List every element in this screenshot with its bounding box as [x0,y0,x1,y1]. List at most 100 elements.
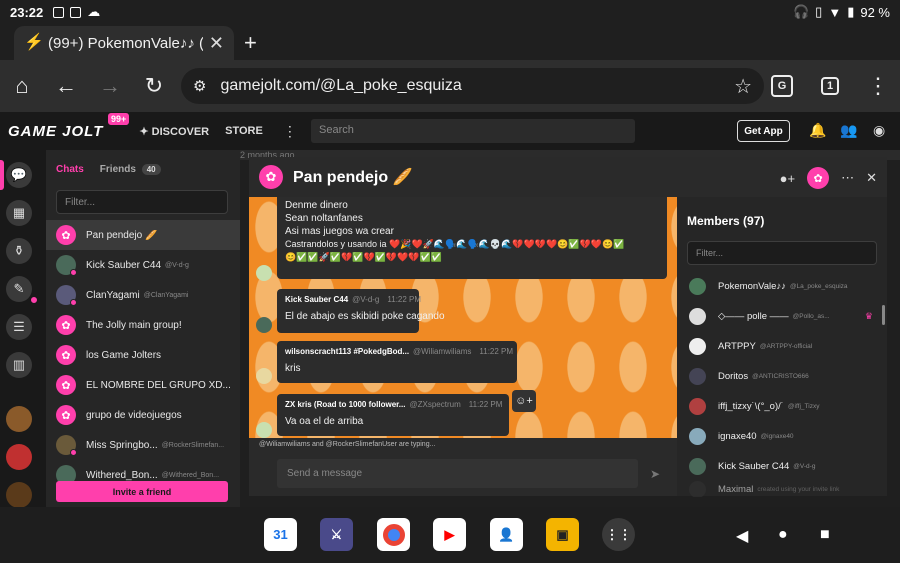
shop-rail-icon[interactable]: ⚱ [6,238,32,264]
store-link[interactable]: STORE [225,125,263,137]
group-avatar: ✿ [259,165,283,189]
contacts-app-icon[interactable]: 👤 [490,518,523,551]
wifi-icon: ▼ [828,4,842,20]
author-avatar[interactable] [256,265,272,281]
add-reaction-icon[interactable]: ☺+ [512,390,536,412]
bell-icon[interactable]: 🔔 [809,122,826,139]
author-avatar[interactable] [256,422,272,438]
quest-rail-icon[interactable]: ✎ [6,276,32,302]
chat-item[interactable]: ClanYagami @ClanYagami [46,280,240,310]
chat-item[interactable]: ✿ grupo de videojuegos [46,400,240,430]
app-drawer-icon[interactable]: ⋮⋮ [602,518,635,551]
chat-item[interactable]: ✿ Pan pendejo 🥖 [46,220,240,250]
notification-badge: 99+ [108,112,130,125]
bookmark-star-icon[interactable]: ☆ [734,74,752,99]
cloud-icon: ☁ [87,4,101,19]
backpack-rail-icon[interactable]: ☰ [6,314,32,340]
message-line: Sean noltanfanes [285,213,363,224]
message[interactable]: Denme dinero Sean noltanfanes Asi mas ju… [277,197,667,279]
translate-button[interactable]: G [760,64,804,108]
member-item[interactable]: ◇—— polle —— @Pollo_as... ♛ [677,301,881,331]
friends-count-badge: 40 [141,164,161,175]
add-member-icon[interactable]: ●+ [780,171,795,186]
address-bar[interactable]: ⚙ gamejolt.com/@La_poke_esquiza ☆ [181,68,764,104]
member-item[interactable]: Kick Sauber C44 @V-d-g [677,451,881,481]
group-settings-avatar[interactable]: ✿ [807,167,830,189]
member-item[interactable]: PokemonVale♪♪ @La_poke_esquiza [677,271,881,301]
author-avatar[interactable] [256,368,272,384]
tab-count: 1 [821,77,839,95]
member-handle: @ignaxe40 [760,432,794,440]
chat-rail-icon[interactable]: 💬 [6,162,32,188]
chat-name: Kick Sauber C44 [86,259,162,271]
chat-filter-input[interactable]: Filter... [56,190,228,214]
member-avatar [689,337,706,355]
crown-icon: ♛ [864,310,873,321]
site-settings-icon[interactable]: ⚙ [193,77,206,95]
back-icon[interactable]: ← [44,64,88,108]
reload-icon[interactable]: ↻ [132,64,176,108]
gamejolt-logo[interactable]: GAME JOLT 99+ [8,112,130,140]
chat-item[interactable]: ✿ The Jolly main group! [46,310,240,340]
game-app-icon[interactable]: ⚔ [320,518,353,551]
close-tab-icon[interactable]: ✕ [209,33,224,54]
store-rail-icon[interactable]: ▦ [6,200,32,226]
tab-chats[interactable]: Chats [56,164,84,175]
library-rail-icon[interactable]: ▥ [6,352,32,378]
get-app-button[interactable]: Get App [737,120,790,142]
chat-handle: @RockerSlimefan... [161,441,225,449]
nav-recents-icon[interactable]: ■ [820,526,830,544]
message-handle: @ZXspectrum [409,400,461,409]
community-avatar-1[interactable] [6,406,32,432]
close-chat-icon[interactable]: ✕ [866,170,877,186]
chat-item[interactable]: Miss Springbo... @RockerSlimefan... [46,430,240,460]
forward-icon[interactable]: → [88,64,132,108]
rail-notification-dot [30,296,38,304]
more-options-icon[interactable]: ⋯ [841,170,854,186]
message[interactable]: ZX kris (Road to 1000 follower... @ZXspec… [277,394,509,436]
member-item[interactable]: Maximal created using your invite link [677,481,881,497]
member-handle: @V-d-g [793,462,816,470]
message[interactable]: Kick Sauber C44 @V-d-g 11:22 PM El de abaj… [277,289,445,333]
member-item[interactable]: ignaxe40 @ignaxe40 [677,421,881,451]
slides-app-icon[interactable]: ▣ [546,518,579,551]
send-icon[interactable]: ➤ [650,467,660,481]
friends-icon[interactable]: 👥 [840,122,857,139]
member-item[interactable]: Doritos @ANTICRISTO666 [677,361,881,391]
member-item[interactable]: ARTPPY @ARTPPY-official [677,331,881,361]
chat-item[interactable]: ✿ los Game Jolters [46,340,240,370]
members-filter-input[interactable]: Filter... [687,241,877,265]
home-icon[interactable]: ⌂ [0,64,44,108]
browser-tab[interactable]: ⚡ (99+) PokemonVale♪♪ (@La_poke_esquiza … [14,26,234,60]
community-avatar-3[interactable] [6,482,32,508]
new-tab-icon[interactable]: + [244,30,257,56]
message[interactable]: wilsonscracht113 #PokedgBod... @Wiliamwil… [277,341,517,383]
member-name: Doritos [718,370,749,382]
tab-switcher-button[interactable]: 1 [808,64,852,108]
status-time: 23:22 [10,4,44,20]
chat-item[interactable]: Kick Sauber C44 @V-d-g [46,250,240,280]
discover-link[interactable]: ✦ DISCOVER [139,125,209,138]
nav-back-icon[interactable]: ◀ [736,526,748,546]
chrome-app-icon[interactable] [377,518,410,551]
member-item[interactable]: iffj_tizxy˙\(°_o)/˙ @iffj_Tizxy [677,391,881,421]
member-name: iffj_tizxy˙\(°_o)/˙ [718,400,784,412]
members-scrollbar[interactable] [882,305,885,325]
more-menu-icon[interactable]: ⋮ [856,64,900,108]
message-author: Kick Sauber C44 [285,295,349,304]
tab-friends[interactable]: Friends 40 [100,164,161,175]
left-rail: 💬 ▦ ⚱ ✎ ☰ ▥ [0,150,46,508]
member-name: Kick Sauber C44 [718,460,790,472]
member-avatar [689,427,706,445]
user-avatar[interactable]: ◉ [873,122,885,139]
youtube-app-icon[interactable]: ▶ [433,518,466,551]
author-avatar[interactable] [256,317,272,333]
community-avatar-2[interactable] [6,444,32,470]
more-nav-icon[interactable]: ⋮ [283,123,297,140]
calendar-app-icon[interactable]: 31 [264,518,297,551]
search-input[interactable]: Search [311,119,635,143]
chat-item[interactable]: ✿ EL NOMBRE DEL GRUPO XD... [46,370,240,400]
nav-home-icon[interactable]: ● [778,526,788,544]
message-input[interactable]: Send a message [277,459,638,488]
invite-friend-button[interactable]: Invite a friend [56,481,228,502]
